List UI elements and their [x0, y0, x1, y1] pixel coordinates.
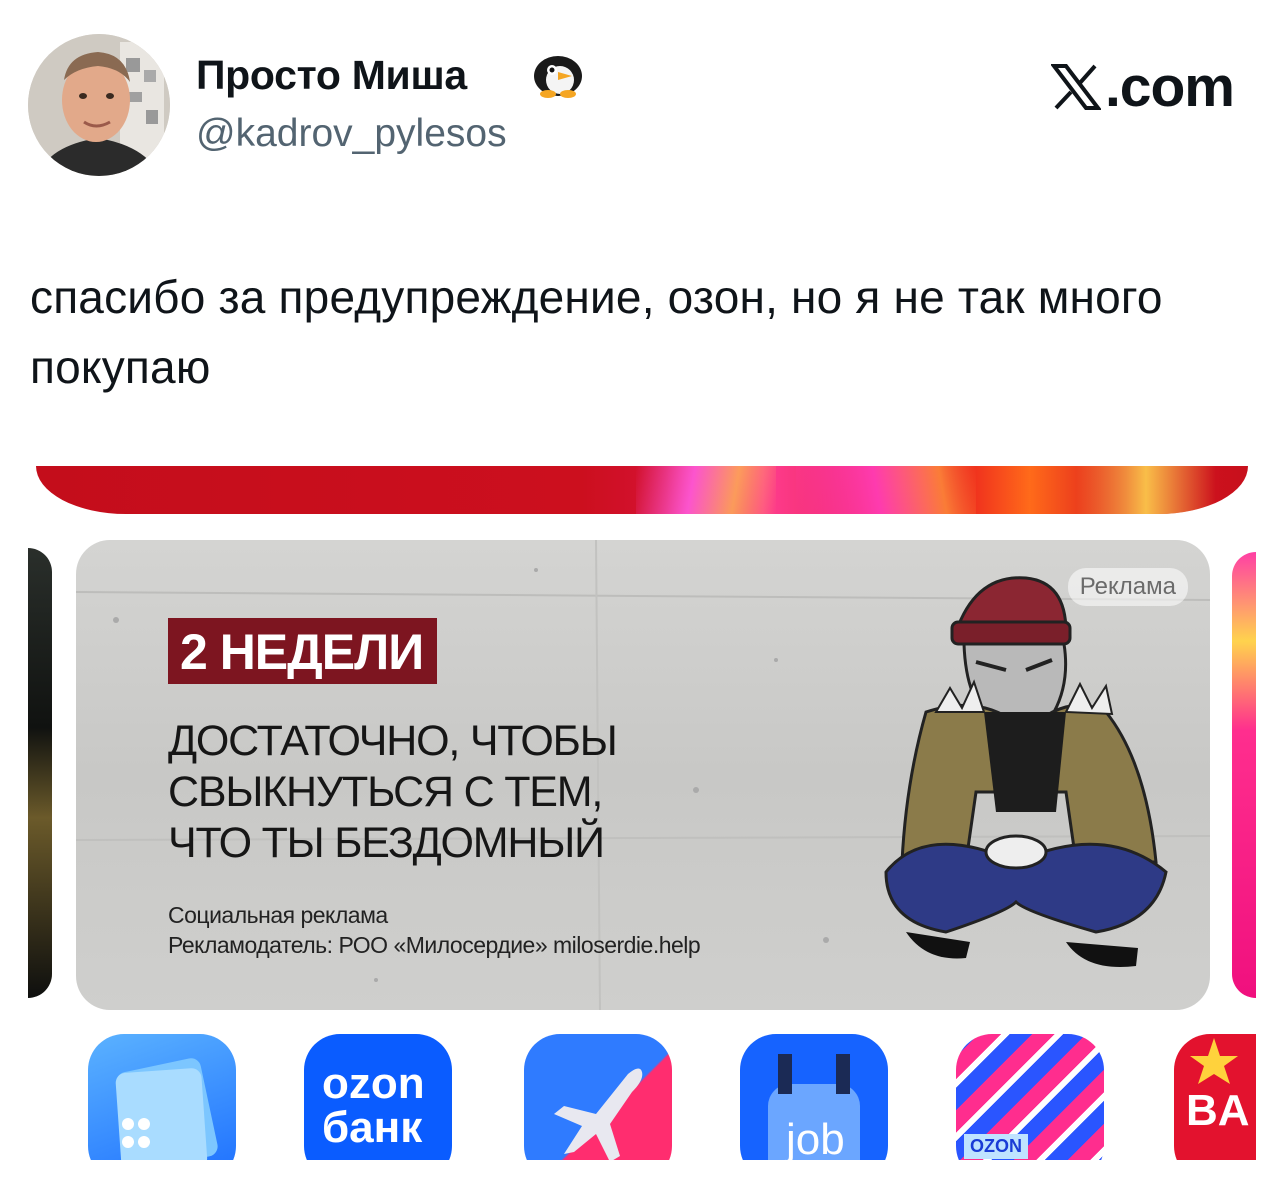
ozon-label: OZON: [964, 1134, 1028, 1159]
ad-banner[interactable]: Реклама 2 НЕДЕЛИ ДОСТАТОЧНО, ЧТОБЫ СВЫКН…: [76, 540, 1210, 1010]
ad-badge: 2 НЕДЕЛИ: [168, 618, 438, 684]
ad-sub-line-1: Социальная реклама: [168, 902, 388, 928]
app-icon-ozon-job[interactable]: job: [740, 1034, 888, 1160]
homeless-man-illustration: [884, 576, 1168, 967]
app-icon-ozon-bank[interactable]: ozon банк: [304, 1034, 452, 1160]
job-label: job: [786, 1115, 845, 1161]
carousel-prev-card[interactable]: [28, 548, 52, 998]
app-icon-cards[interactable]: [88, 1034, 236, 1160]
author-handle[interactable]: @kadrov_pylesos: [196, 112, 507, 156]
ad-sub-line-2: Рекламодатель: РОО «Милосердие» miloserd…: [168, 932, 701, 958]
author-name[interactable]: Просто Миша: [196, 52, 467, 99]
app-icon-partial[interactable]: BA: [1174, 1034, 1256, 1160]
penguin-icon: [534, 56, 582, 98]
carousel-next-card[interactable]: [1232, 552, 1256, 998]
airplane-icon: [554, 1068, 643, 1160]
site-brand: .com: [1050, 54, 1235, 120]
cards-icon: [115, 1058, 218, 1160]
avatar-photo: [28, 34, 170, 176]
partial-app-label: BA: [1186, 1086, 1250, 1135]
promo-banner-top[interactable]: [36, 466, 1248, 514]
ozon-bank-line-1: ozon: [322, 1059, 425, 1108]
brand-domain: .com: [1104, 55, 1235, 119]
tweet-text: спасибо за предупреждение, озон, но я не…: [30, 271, 1163, 393]
ad-headline: ДОСТАТОЧНО, ЧТОБЫ СВЫКНУТЬСЯ С ТЕМ, ЧТО …: [168, 717, 618, 867]
app-icon-ozon[interactable]: OZON: [956, 1034, 1104, 1160]
ozon-bank-line-2: банк: [322, 1103, 423, 1152]
app-icons-row: ozon банк job OZON BA: [28, 1034, 1256, 1160]
x-logo-icon: [1050, 64, 1101, 110]
author-avatar[interactable]: [28, 34, 170, 176]
app-icon-ozon-travel[interactable]: [524, 1034, 672, 1160]
ad-subtext: Социальная реклама Рекламодатель: РОО «М…: [168, 900, 701, 960]
attached-image[interactable]: Реклама 2 НЕДЕЛИ ДОСТАТОЧНО, ЧТОБЫ СВЫКН…: [28, 460, 1256, 1160]
